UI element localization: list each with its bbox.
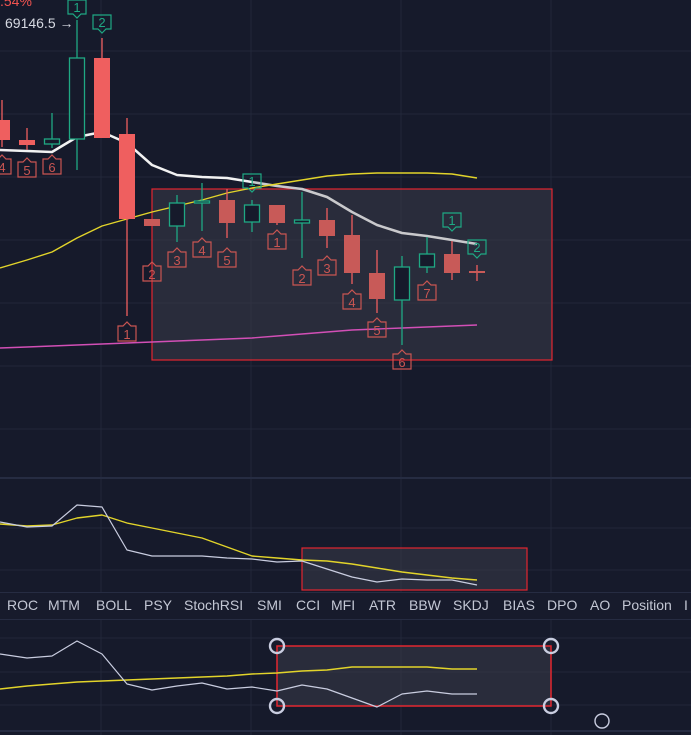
indicator-tab-position[interactable]: Position: [622, 597, 672, 613]
candle[interactable]: [269, 205, 285, 225]
marker-number: 3: [323, 261, 330, 276]
indicator-tab-ao[interactable]: AO: [590, 597, 610, 613]
candle-body: [0, 120, 10, 140]
signal-marker[interactable]: 4: [0, 154, 12, 175]
marker-number: 4: [348, 295, 355, 310]
indicator-tab-dpo[interactable]: DPO: [547, 597, 577, 613]
indicator-tab-stochrsi[interactable]: StochRSI: [184, 597, 243, 613]
pane2-selection-box[interactable]: [276, 645, 552, 707]
cursor-circle: [594, 713, 610, 729]
marker-number: 2: [148, 267, 155, 282]
candle-body: [469, 271, 485, 273]
indicator-tab-psy[interactable]: PSY: [144, 597, 172, 613]
candle-body: [393, 266, 411, 301]
pane1-selection-box[interactable]: [301, 547, 528, 591]
indicator-tab-boll[interactable]: BOLL: [96, 597, 132, 613]
marker-number: 1: [248, 174, 255, 189]
indicator-tab-mfi[interactable]: MFI: [331, 597, 355, 613]
marker-number: 4: [198, 243, 205, 258]
candle-body: [444, 254, 460, 273]
marker-number: 4: [0, 160, 6, 175]
candle-body: [168, 202, 186, 227]
indicator-tab-cci[interactable]: CCI: [296, 597, 320, 613]
indicator-tab-mtm[interactable]: MTM: [48, 597, 80, 613]
candle-body: [219, 200, 235, 223]
high-price-label: 69146.5 →: [5, 15, 74, 31]
candle[interactable]: [94, 38, 110, 138]
marker-number: 5: [373, 323, 380, 338]
marker-number: 6: [398, 355, 405, 370]
candle[interactable]: [119, 118, 135, 316]
candle-body: [94, 58, 110, 138]
marker-number: 5: [223, 253, 230, 268]
candle[interactable]: [19, 128, 35, 150]
candle-body: [269, 205, 285, 223]
signal-marker[interactable]: 6: [42, 154, 62, 175]
candle-body: [418, 253, 436, 268]
indicator-tab-i[interactable]: I: [684, 597, 688, 613]
indicator-tab-atr[interactable]: ATR: [369, 597, 396, 613]
marker-number: 1: [273, 235, 280, 250]
indicator-tab-bias[interactable]: BIAS: [503, 597, 535, 613]
candle-body: [119, 134, 135, 219]
signal-marker[interactable]: 2: [92, 14, 112, 34]
candlestick-chart[interactable]: 4 5 6 1 2 1 2 3 4 5 1 1 2 3 4 5 6 7 1 2: [0, 0, 691, 735]
marker-number: 5: [23, 163, 30, 178]
marker-number: 2: [473, 240, 480, 255]
indicator-tab-bar: ROC MTM BOLL PSY StochRSI SMI CCI MFI ATR BBW SKDJ…: [0, 592, 691, 620]
signal-marker[interactable]: 1: [117, 321, 137, 342]
marker-number: 1: [448, 213, 455, 228]
marker-number: 7: [423, 286, 430, 301]
marker-number: 6: [48, 160, 55, 175]
candle-body: [193, 200, 211, 204]
indicator-tab-bbw[interactable]: BBW: [409, 597, 441, 613]
candle-body: [369, 273, 385, 299]
candle[interactable]: [43, 113, 61, 148]
indicator-tab-skdj[interactable]: SKDJ: [453, 597, 489, 613]
candle-body: [293, 219, 311, 224]
candle[interactable]: [0, 100, 10, 147]
change-percent: .54%: [0, 0, 32, 9]
candle-body: [19, 140, 35, 145]
candle-body: [319, 220, 335, 236]
candle[interactable]: [144, 219, 160, 226]
marker-number: 1: [73, 0, 80, 15]
signal-marker[interactable]: 5: [17, 157, 37, 178]
candle[interactable]: [68, 20, 86, 170]
marker-number: 2: [98, 15, 105, 30]
indicator-tab-smi[interactable]: SMI: [257, 597, 282, 613]
indicator-tab-roc[interactable]: ROC: [7, 597, 38, 613]
marker-number: 1: [123, 327, 130, 342]
candle-body: [344, 235, 360, 273]
candle-body: [68, 57, 86, 140]
candle-body: [243, 204, 261, 223]
marker-number: 3: [173, 253, 180, 268]
marker-number: 2: [298, 271, 305, 286]
candle-body: [43, 138, 61, 145]
candle-body: [144, 219, 160, 226]
